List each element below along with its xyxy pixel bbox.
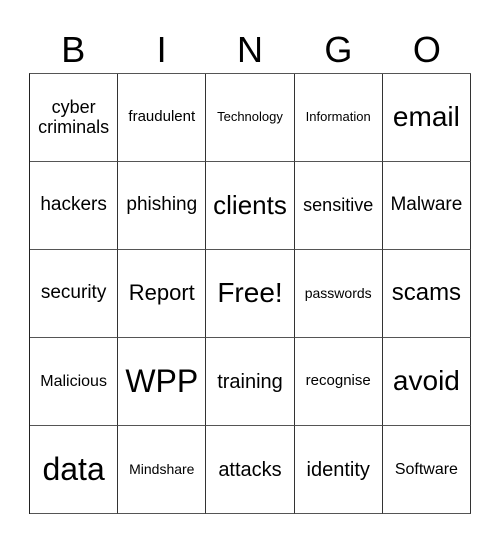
bingo-cell[interactable]: avoid [382, 338, 471, 426]
bingo-cell[interactable]: Malware [382, 162, 471, 250]
bingo-cell[interactable]: email [382, 74, 471, 162]
bingo-cell[interactable]: security [30, 250, 119, 338]
header-letter-b: B [61, 29, 86, 70]
bingo-cell[interactable]: sensitive [294, 162, 383, 250]
header-letter-o: O [412, 29, 441, 70]
bingo-cell[interactable]: identity [294, 426, 383, 514]
bingo-card: cyber criminals fraudulent Technology In… [29, 73, 471, 514]
free-space-cell[interactable]: Free! [206, 250, 295, 338]
bingo-cell[interactable]: WPP [118, 338, 207, 426]
bingo-cell[interactable]: attacks [206, 426, 295, 514]
bingo-cell[interactable]: Software [382, 426, 471, 514]
bingo-cell[interactable]: training [206, 338, 295, 426]
bingo-cell[interactable]: passwords [294, 250, 383, 338]
bingo-cell[interactable]: hackers [30, 162, 119, 250]
bingo-cell[interactable]: fraudulent [118, 74, 207, 162]
bingo-cell[interactable]: clients [206, 162, 295, 250]
bingo-cell[interactable]: Technology [206, 74, 295, 162]
header-letter-i: I [156, 29, 167, 70]
bingo-cell[interactable]: data [30, 426, 119, 514]
header-letter-g: G [324, 29, 353, 70]
bingo-cell[interactable]: Report [118, 250, 207, 338]
bingo-header: B I N G O [29, 28, 471, 72]
header-letter-n: N [237, 29, 264, 70]
bingo-cell[interactable]: recognise [294, 338, 383, 426]
bingo-cell[interactable]: cyber criminals [30, 74, 119, 162]
bingo-cell[interactable]: phishing [118, 162, 207, 250]
bingo-cell[interactable]: scams [382, 250, 471, 338]
bingo-cell[interactable]: Information [294, 74, 383, 162]
bingo-cell[interactable]: Malicious [30, 338, 119, 426]
bingo-cell[interactable]: Mindshare [118, 426, 207, 514]
